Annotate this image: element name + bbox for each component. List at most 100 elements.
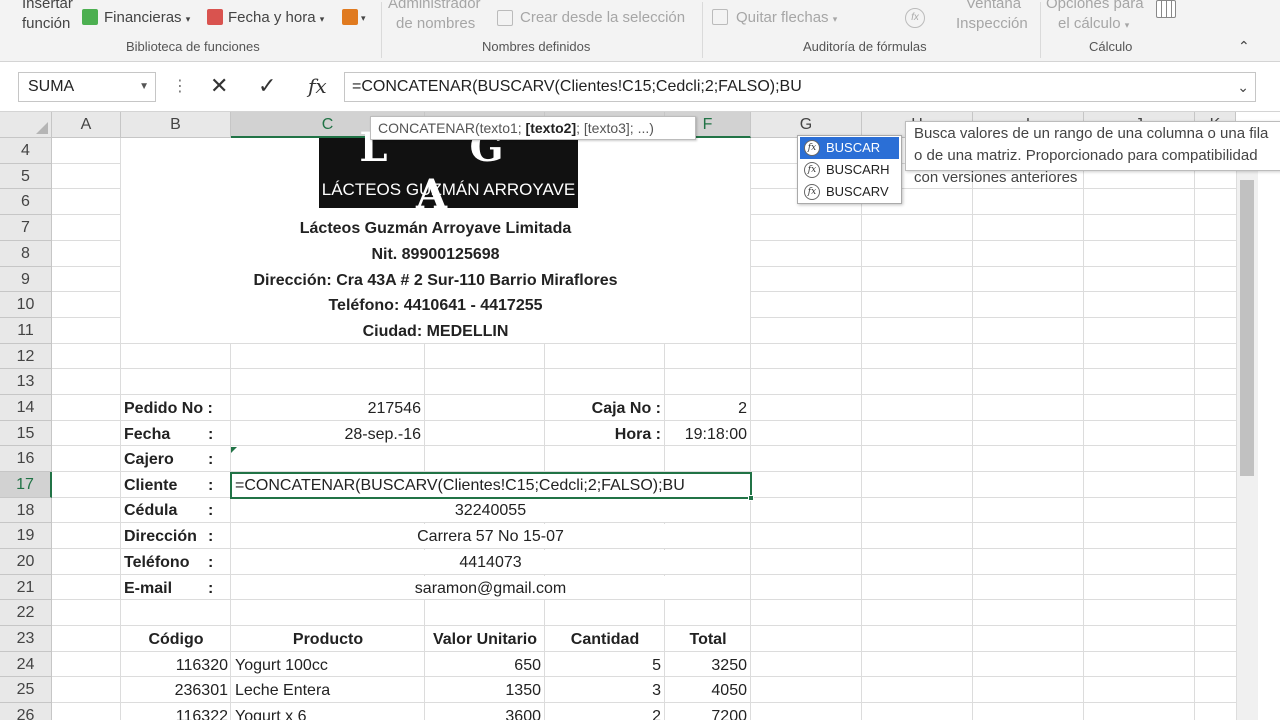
group-label-biblioteca: Biblioteca de funciones xyxy=(126,39,260,54)
row-header[interactable]: 6 xyxy=(0,189,52,215)
name-manager-line1[interactable]: Administrador xyxy=(388,0,481,14)
table-cell-cantidad[interactable]: 3 xyxy=(545,678,661,703)
column-header-a[interactable]: A xyxy=(52,112,121,138)
row-header[interactable]: 26 xyxy=(0,703,52,720)
error-indicator-icon[interactable] xyxy=(231,447,237,453)
window-edge xyxy=(1258,138,1280,720)
fill-handle-icon[interactable] xyxy=(748,495,754,501)
email-colon: : xyxy=(208,580,214,597)
row-header[interactable]: 18 xyxy=(0,498,52,523)
caja-value[interactable]: 2 xyxy=(665,396,747,421)
table-cell-valor[interactable]: 1350 xyxy=(425,678,541,703)
enter-icon[interactable]: ✓ xyxy=(258,73,276,99)
watch-window-line1[interactable]: Ventana xyxy=(966,0,1021,14)
direccion-label: Dirección xyxy=(124,528,197,545)
row-header[interactable]: 25 xyxy=(0,677,52,703)
telefono-colon: : xyxy=(208,554,214,571)
insert-function-icon[interactable]: fx xyxy=(308,74,327,98)
row-header[interactable]: 12 xyxy=(0,344,52,369)
pedido-value[interactable]: 217546 xyxy=(231,396,421,421)
pedido-label: Pedido No : xyxy=(124,400,213,417)
row-header[interactable]: 24 xyxy=(0,652,52,677)
row-header[interactable]: 21 xyxy=(0,575,52,600)
calc-options-line2[interactable]: el cálculo ▾ xyxy=(1058,14,1129,35)
calc-options-label: el cálculo xyxy=(1058,15,1121,32)
create-from-selection-button[interactable]: Crear desde la selección xyxy=(520,8,685,28)
row-header[interactable]: 22 xyxy=(0,600,52,626)
excel-window: Insertar función Financieras ▾ Fecha y h… xyxy=(0,0,1280,720)
name-box-dropdown-icon[interactable]: ▼ xyxy=(139,73,149,101)
collapse-ribbon-icon[interactable]: ⌃ xyxy=(1238,36,1250,56)
table-cell-producto[interactable]: Leche Entera xyxy=(235,678,330,703)
hora-value[interactable]: 19:18:00 xyxy=(665,422,747,447)
row-header[interactable]: 13 xyxy=(0,369,52,395)
row-header[interactable]: 15 xyxy=(0,421,52,446)
more-functions-chevron-icon[interactable]: ▾ xyxy=(361,8,366,28)
table-cell-valor[interactable]: 650 xyxy=(425,653,541,678)
financieras-button[interactable]: Financieras ▾ xyxy=(104,8,190,29)
more-functions-icon[interactable] xyxy=(342,9,358,25)
row-header[interactable]: 11 xyxy=(0,318,52,344)
fecha-value[interactable]: 28-sep.-16 xyxy=(231,422,422,447)
autocomplete-label: BUSCARV xyxy=(826,184,889,199)
row-header[interactable]: 23 xyxy=(0,626,52,652)
autocomplete-label: BUSCARH xyxy=(826,162,890,177)
select-all-corner[interactable] xyxy=(0,112,52,138)
autocomplete-item-buscarv[interactable]: fx BUSCARV xyxy=(800,181,899,203)
table-cell-codigo[interactable]: 116320 xyxy=(121,653,228,678)
evaluate-formula-icon[interactable]: fx xyxy=(905,8,925,28)
email-label: E-mail xyxy=(124,580,173,597)
row-header[interactable]: 4 xyxy=(0,138,52,164)
quitar-flechas-button[interactable]: Quitar flechas ▾ xyxy=(736,8,837,29)
insert-function-button-line2[interactable]: función xyxy=(22,14,70,34)
autocomplete-item-buscarh[interactable]: fx BUSCARH xyxy=(800,159,899,181)
column-header-b[interactable]: B xyxy=(121,112,231,138)
company-nit: Nit. 89900125698 xyxy=(371,246,500,263)
row-header[interactable]: 16 xyxy=(0,446,52,472)
table-cell-producto[interactable]: Yogurt 100cc xyxy=(235,653,328,678)
table-cell-codigo[interactable]: 236301 xyxy=(121,678,228,703)
table-cell-valor[interactable]: 3600 xyxy=(425,704,541,720)
fecha-hora-button[interactable]: Fecha y hora ▾ xyxy=(228,8,324,29)
table-cell-cantidad[interactable]: 2 xyxy=(545,704,661,720)
cancel-icon[interactable]: ✕ xyxy=(210,73,228,99)
tooltip-current-arg[interactable]: [texto2] xyxy=(526,120,577,136)
row-header[interactable]: 8 xyxy=(0,241,52,267)
table-cell-total[interactable]: 3250 xyxy=(665,653,747,678)
table-cell-producto[interactable]: Yogurt x 6 xyxy=(235,704,306,720)
active-cell-editor[interactable]: =CONCATENAR(BUSCARV(Clientes!C15;Cedcli;… xyxy=(230,472,752,499)
row-header[interactable]: 10 xyxy=(0,292,52,318)
table-cell-codigo[interactable]: 116322 xyxy=(121,704,228,720)
autocomplete-item-buscar[interactable]: fx BUSCAR xyxy=(800,137,899,159)
email-value[interactable]: saramon@gmail.com xyxy=(231,576,750,601)
group-label-nombres: Nombres definidos xyxy=(482,39,591,54)
table-header-cantidad: Cantidad xyxy=(570,631,640,648)
table-cell-total[interactable]: 7200 xyxy=(665,704,747,720)
cedula-value[interactable]: 32240055 xyxy=(231,498,750,523)
calc-options-line1[interactable]: Opciones para xyxy=(1046,0,1144,14)
watch-window-line2[interactable]: Inspección xyxy=(956,14,1028,34)
row-header[interactable]: 14 xyxy=(0,395,52,421)
group-label-auditoria: Auditoría de fórmulas xyxy=(803,39,927,54)
name-manager-line2[interactable]: de nombres xyxy=(396,14,475,34)
expand-formula-bar-icon[interactable]: ⌄ xyxy=(1237,73,1249,101)
direccion-value[interactable]: Carrera 57 No 15-07 xyxy=(231,524,750,549)
row-header[interactable]: 19 xyxy=(0,523,52,549)
row-header-selected[interactable]: 17 xyxy=(0,472,52,498)
calculate-now-icon[interactable] xyxy=(1156,0,1176,18)
insert-function-button-line1[interactable]: Insertar xyxy=(22,0,73,14)
cliente-colon: : xyxy=(208,477,214,494)
financial-icon xyxy=(82,9,98,25)
function-icon: fx xyxy=(804,162,820,178)
formula-input[interactable]: =CONCATENAR(BUSCARV(Clientes!C15;Cedcli;… xyxy=(344,72,1256,102)
row-header[interactable]: 5 xyxy=(0,164,52,189)
name-box[interactable]: SUMA ▼ xyxy=(18,72,156,102)
scrollbar-thumb[interactable] xyxy=(1240,180,1254,476)
row-header[interactable]: 9 xyxy=(0,267,52,292)
table-cell-total[interactable]: 4050 xyxy=(665,678,747,703)
function-signature-tooltip: CONCATENAR(texto1; [texto2]; [texto3]; .… xyxy=(370,116,696,140)
table-cell-cantidad[interactable]: 5 xyxy=(545,653,661,678)
row-header[interactable]: 20 xyxy=(0,549,52,575)
telefono-value[interactable]: 4414073 xyxy=(231,550,750,575)
row-header[interactable]: 7 xyxy=(0,215,52,241)
